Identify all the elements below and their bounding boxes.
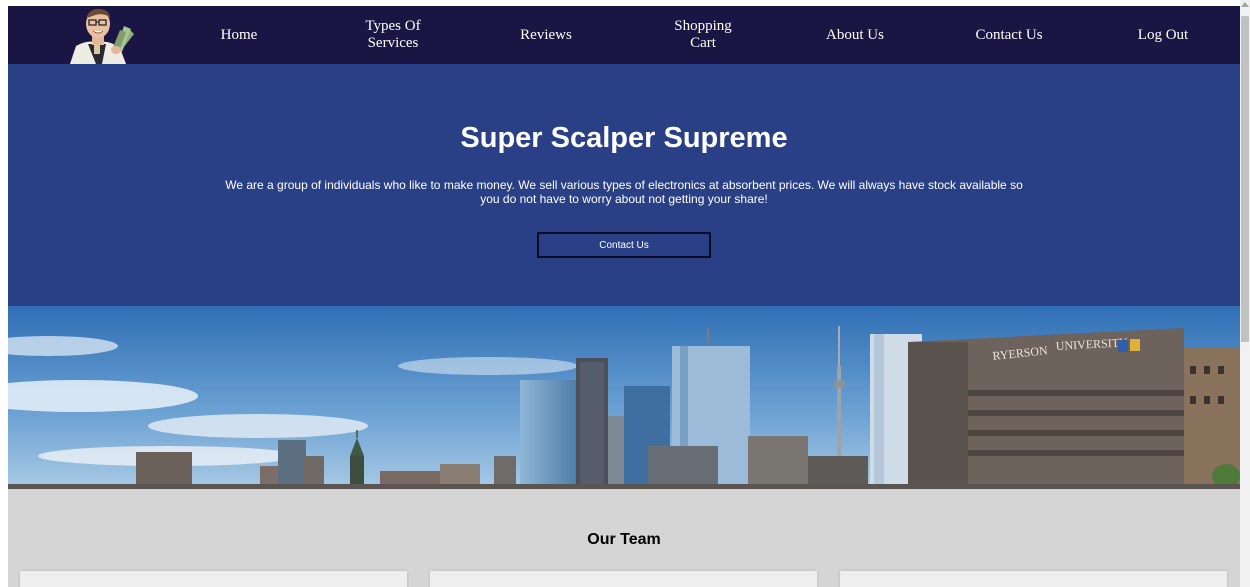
team-card <box>430 571 817 587</box>
nav-reviews[interactable]: Reviews <box>514 6 578 64</box>
nav-shopping-cart[interactable]: Shopping Cart <box>668 6 738 64</box>
nav-home[interactable]: Home <box>217 6 261 64</box>
nav-contact-us[interactable]: Contact Us <box>968 6 1050 64</box>
top-nav: Home Types Of Services Reviews Shopping … <box>8 6 1240 64</box>
nav-log-out[interactable]: Log Out <box>1133 6 1193 64</box>
scroll-up-arrow-icon[interactable] <box>1241 2 1249 7</box>
page: Home Types Of Services Reviews Shopping … <box>8 6 1240 587</box>
hero-section: Super Scalper Supreme We are a group of … <box>8 64 1240 306</box>
nav-types-of-services[interactable]: Types Of Services <box>358 6 428 64</box>
contact-us-button[interactable]: Contact Us <box>537 232 711 258</box>
team-card <box>20 571 407 587</box>
team-section: Our Team <box>8 489 1240 587</box>
hero-description: We are a group of individuals who like t… <box>225 178 1023 206</box>
city-skyline-image: RYERSON UNIVERSITY <box>8 306 1240 489</box>
team-title: Our Team <box>587 531 661 548</box>
logo-image[interactable] <box>64 6 138 64</box>
team-card <box>840 571 1227 587</box>
vertical-scrollbar[interactable] <box>1240 0 1250 587</box>
nav-about-us[interactable]: About Us <box>820 6 890 64</box>
scrollbar-thumb[interactable] <box>1241 16 1249 342</box>
hero-title: Super Scalper Supreme <box>460 122 788 154</box>
